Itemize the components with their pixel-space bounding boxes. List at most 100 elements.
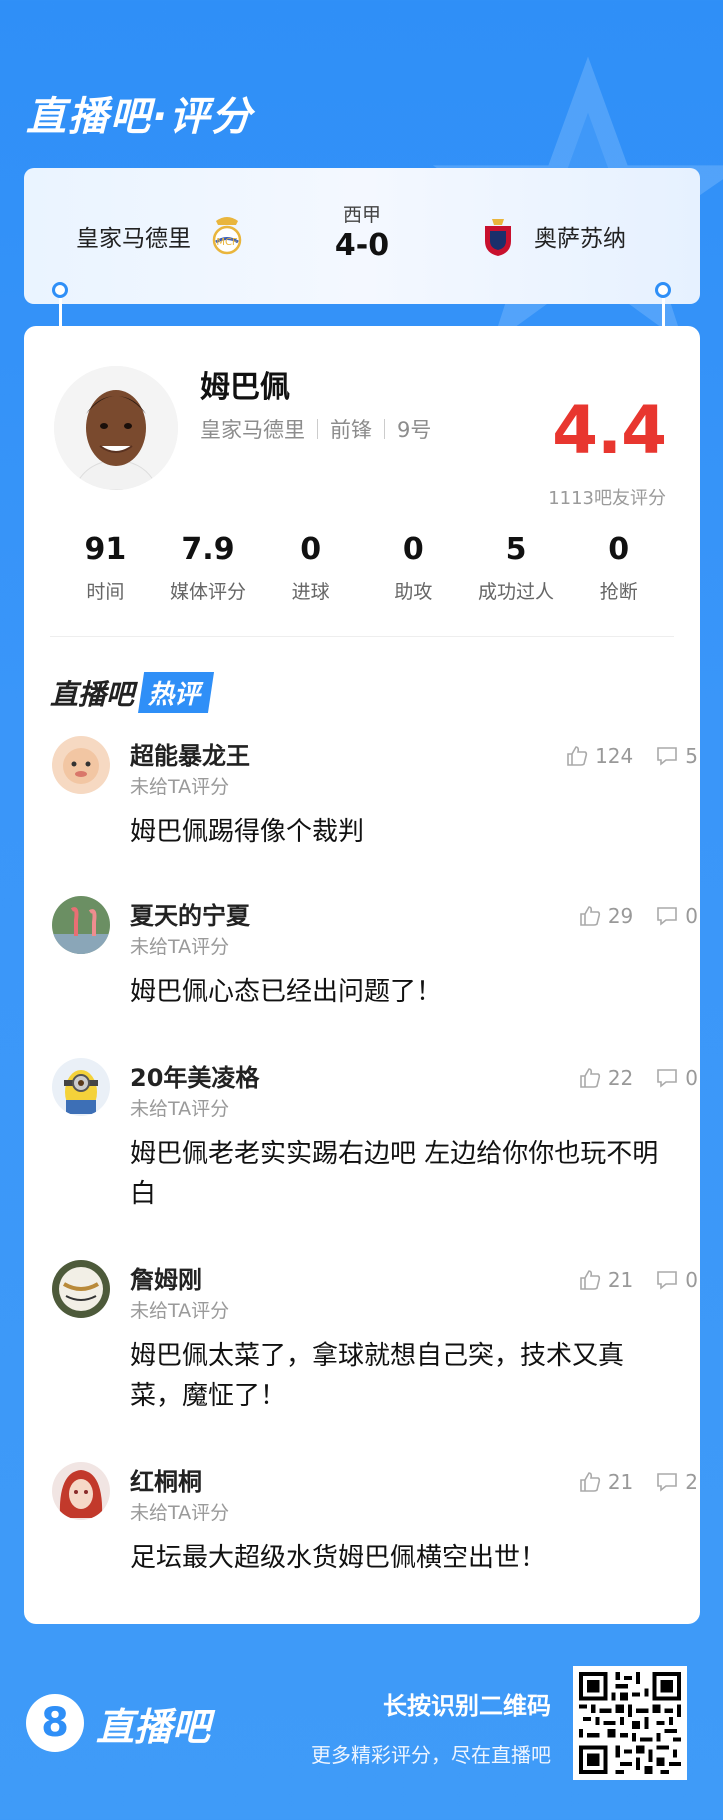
like-button[interactable]: 21 <box>578 1470 633 1494</box>
qr-subtitle: 更多精彩评分，尽在直播吧 <box>311 1743 551 1767</box>
stat-tackles: 0 抢断 <box>567 532 670 604</box>
stat-dribbles: 5 成功过人 <box>465 532 568 604</box>
comment-username[interactable]: 红桐桐 <box>130 1462 202 1497</box>
like-button[interactable]: 29 <box>578 904 633 928</box>
player-rating: 4.4 <box>552 392 667 469</box>
comment-username[interactable]: 詹姆刚 <box>130 1260 202 1295</box>
stat-label: 媒体评分 <box>170 581 247 603</box>
like-count: 22 <box>607 1066 634 1090</box>
qr-title: 长按识别二维码 <box>383 1692 551 1720</box>
stat-label: 助攻 <box>394 581 433 603</box>
like-count: 21 <box>607 1470 634 1494</box>
reply-count: 2 <box>685 1470 698 1494</box>
section-divider <box>50 636 674 637</box>
match-card: 皇家马德里 MCF 西甲 4-0 奥萨苏纳 <box>24 168 700 304</box>
reply-button[interactable]: 0 <box>655 1268 698 1292</box>
player-name: 姆巴佩 <box>200 370 290 405</box>
stat-assists: 0 助攻 <box>362 532 465 604</box>
stat-value: 5 <box>505 532 527 567</box>
comment-text: 足坛最大超级水货姆巴佩横空出世！ <box>130 1543 547 1573</box>
comment-bubble-icon <box>657 1473 678 1492</box>
stat-goals: 0 进球 <box>259 532 362 604</box>
comment-actions: 124 5 <box>565 744 698 768</box>
footer-brand-text: 直播吧 <box>96 1704 211 1749</box>
stat-value: 91 <box>84 532 127 567</box>
comment-rating-status: 未给TA评分 <box>130 1098 230 1120</box>
qr-code[interactable] <box>573 1666 687 1780</box>
qr-code-icon <box>579 1672 681 1774</box>
comment-bubble-icon <box>657 907 678 926</box>
thumbs-up-icon <box>580 906 600 926</box>
player-position: 前锋 <box>330 418 372 442</box>
reply-count: 0 <box>685 1268 698 1292</box>
comment-actions: 21 2 <box>578 1470 698 1494</box>
reply-count: 0 <box>685 904 698 928</box>
stat-label: 进球 <box>291 581 330 603</box>
user-avatar[interactable] <box>52 896 110 954</box>
stat-label: 抢断 <box>599 581 638 603</box>
hot-heading-tag: 热评 <box>138 672 215 713</box>
pin-left-top <box>52 282 68 298</box>
comment-username[interactable]: 20年美凌格 <box>130 1058 259 1093</box>
comment-bubble-icon <box>657 747 678 766</box>
player-card: 姆巴佩 皇家马德里 前锋 9号 4.4 1113吧友评分 91 时间 7.9 媒… <box>24 326 700 1624</box>
stat-value: 0 <box>608 532 630 567</box>
thumbs-up-icon <box>580 1472 600 1492</box>
like-button[interactable]: 21 <box>578 1268 633 1292</box>
hot-heading-brand: 直播吧 <box>50 677 135 711</box>
thumbs-up-icon <box>580 1068 600 1088</box>
meta-divider <box>317 419 318 439</box>
stat-label: 成功过人 <box>478 581 555 603</box>
footer-logo: 8 直播吧 <box>26 1694 210 1752</box>
reply-button[interactable]: 0 <box>655 904 698 928</box>
like-button[interactable]: 124 <box>565 744 633 768</box>
pin-right-top <box>655 282 671 298</box>
reply-count: 5 <box>685 744 698 768</box>
comment-item: 红桐桐 未给TA评分 21 2 足坛最大超级水货姆巴佩横空出世！ <box>24 1462 723 1602</box>
comment-rating-status: 未给TA评分 <box>130 1300 230 1322</box>
comment-item: 詹姆刚 未给TA评分 21 0 姆巴佩太菜了，拿球就想自己突，技术又真菜，魔怔了… <box>24 1260 723 1440</box>
stat-value: 0 <box>300 532 322 567</box>
thumbs-up-icon <box>567 746 588 766</box>
thumbs-up-icon <box>580 1270 600 1290</box>
stat-value: 0 <box>402 532 424 567</box>
zhibo8-logo-icon: 8 <box>26 1694 84 1752</box>
away-team-name: 奥萨苏纳 <box>534 226 626 252</box>
comment-item: 超能暴龙王 未给TA评分 124 5 姆巴佩踢得像个裁判 <box>24 736 723 876</box>
reply-count: 0 <box>685 1066 698 1090</box>
rating-count: 1113吧友评分 <box>548 488 666 509</box>
comment-actions: 22 0 <box>578 1066 698 1090</box>
player-team: 皇家马德里 <box>200 418 305 442</box>
comment-rating-status: 未给TA评分 <box>130 936 230 958</box>
reply-button[interactable]: 2 <box>655 1470 698 1494</box>
comment-username[interactable]: 超能暴龙王 <box>130 736 250 771</box>
like-button[interactable]: 22 <box>578 1066 633 1090</box>
comment-text: 姆巴佩踢得像个裁判 <box>130 817 365 847</box>
user-avatar[interactable] <box>52 1058 110 1116</box>
osasuna-crest-icon <box>478 214 518 258</box>
comment-item: 夏天的宁夏 未给TA评分 29 0 姆巴佩心态已经出问题了！ <box>24 896 723 1036</box>
user-avatar[interactable] <box>52 736 110 794</box>
app-title: 直播吧·评分 <box>26 94 254 140</box>
comment-text: 姆巴佩心态已经出问题了！ <box>130 977 443 1007</box>
comment-text: 姆巴佩老老实实踢右边吧 左边给你你也玩不明白 <box>130 1139 659 1209</box>
stat-media-rating: 7.9 媒体评分 <box>157 532 260 604</box>
user-avatar[interactable] <box>52 1260 110 1318</box>
player-stats: 91 时间 7.9 媒体评分 0 进球 0 助攻 5 成功过人 0 抢断 <box>54 532 670 604</box>
reply-button[interactable]: 5 <box>655 744 698 768</box>
stat-minutes: 91 时间 <box>54 532 157 604</box>
player-avatar[interactable] <box>54 366 178 490</box>
comment-rating-status: 未给TA评分 <box>130 1502 230 1524</box>
player-number: 9号 <box>397 418 432 442</box>
comment-bubble-icon <box>657 1271 678 1290</box>
hot-comments-heading: 直播吧 热评 <box>50 672 215 713</box>
comment-text: 姆巴佩太菜了，拿球就想自己突，技术又真菜，魔怔了！ <box>130 1341 625 1411</box>
player-meta: 皇家马德里 前锋 9号 <box>200 414 431 444</box>
comment-item: 20年美凌格 未给TA评分 22 0 姆巴佩老老实实踢右边吧 左边给你你也玩不明… <box>24 1058 723 1238</box>
away-team: 奥萨苏纳 <box>478 214 626 258</box>
user-avatar[interactable] <box>52 1462 110 1520</box>
comment-username[interactable]: 夏天的宁夏 <box>130 896 250 931</box>
qr-tip: 长按识别二维码 更多精彩评分，尽在直播吧 <box>311 1686 551 1768</box>
reply-button[interactable]: 0 <box>655 1066 698 1090</box>
like-count: 29 <box>607 904 634 928</box>
